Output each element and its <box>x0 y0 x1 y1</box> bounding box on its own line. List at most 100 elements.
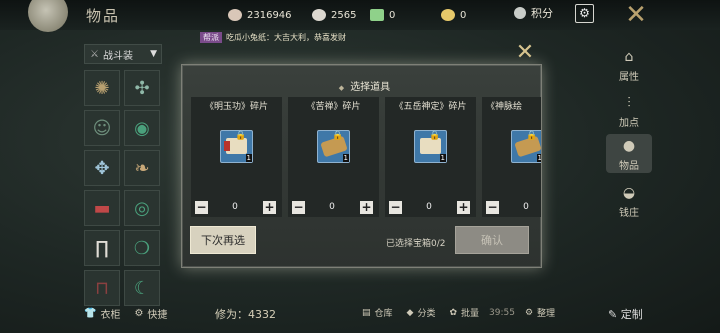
sliders-icon: ⫶ <box>627 95 631 111</box>
attributes-icon: ⌂ <box>624 49 634 65</box>
warehouse-icon: ▤ <box>362 307 371 318</box>
page-title: 物品 <box>86 7 121 25</box>
quantity-value[interactable]: 0 <box>502 201 541 214</box>
equip-slot-legs[interactable]: ∏ <box>84 230 120 266</box>
gold-ingot-icon <box>441 9 455 21</box>
dart-icon: ✣ <box>134 77 150 99</box>
batch-button[interactable]: 批量 <box>461 306 479 319</box>
custom-button[interactable]: ✎ 定制 <box>608 306 643 322</box>
decrease-button[interactable]: − <box>389 201 402 214</box>
nav-bank[interactable]: ◒ 钱庄 <box>606 184 652 219</box>
equip-slot-bracelet[interactable]: ❍ <box>124 230 160 266</box>
bag-icon: ● <box>622 138 636 154</box>
sword-icon: ⚔ <box>90 48 99 60</box>
batch-icon: ✿ <box>449 307 458 318</box>
lock-icon: 🔒 <box>332 131 344 141</box>
classify-button[interactable]: 分类 <box>417 306 435 319</box>
item-icon[interactable]: 🔒 1 <box>220 130 253 163</box>
decrease-button[interactable]: − <box>292 201 305 214</box>
currency-gold: 0 <box>441 6 466 24</box>
decrease-button[interactable]: − <box>195 201 208 214</box>
select-item-dialog: ◆ 选择道具 《明玉功》碎片 🔒 1 − 0 + 《苦禅》碎片 🔒 1 − 0 +… <box>181 64 542 268</box>
chat-line: 帮派 吃瓜小兔纸：大吉大利，恭喜发财 <box>200 32 346 43</box>
item-name: 《明玉功》碎片 <box>204 102 268 112</box>
item-icon[interactable]: 🔒 1 <box>511 130 541 163</box>
item-icon[interactable]: 🔒 1 <box>414 130 447 163</box>
nav-items[interactable]: ● 物品 <box>606 134 652 173</box>
settings-icon[interactable]: ⚙ <box>575 4 594 23</box>
time-readout: 39:55 <box>489 307 515 318</box>
chat-channel-tag: 帮派 <box>200 32 222 43</box>
nav-bank-label: 钱庄 <box>619 208 639 219</box>
arrange-button[interactable]: 整理 <box>537 306 555 319</box>
jade-icon: ◉ <box>134 117 150 139</box>
increase-button[interactable]: + <box>360 201 373 214</box>
ticket-icon <box>370 9 384 21</box>
wardrobe-button[interactable]: 衣柜 <box>100 306 120 321</box>
nav-attributes[interactable]: ⌂ 属性 <box>606 48 652 83</box>
points-button[interactable]: 积分 <box>514 5 553 21</box>
item-card: 《五岳神定》碎片 🔒 1 − 0 + <box>385 97 476 217</box>
equip-slot-head[interactable]: ☺ <box>84 110 120 146</box>
item-icon[interactable]: 🔒 1 <box>317 130 350 163</box>
decrease-button[interactable]: − <box>486 201 499 214</box>
item-name: 《神脉绘 <box>486 102 523 112</box>
nav-attributes-label: 属性 <box>619 72 639 83</box>
warehouse-button[interactable]: 仓库 <box>375 306 393 319</box>
diamond-icon: ◆ <box>406 307 414 318</box>
equip-slot-ring[interactable]: ◎ <box>124 190 160 226</box>
chevron-down-icon: ▼ <box>150 49 157 59</box>
avatar-icon: ☺ <box>92 117 112 139</box>
selected-chest-count: 已选择宝箱0/2 <box>386 239 446 249</box>
equip-slot-pendant[interactable]: ☾ <box>124 270 160 306</box>
item-card: 《神脉绘 🔒 1 − 0 <box>482 97 541 217</box>
currency-gold-value: 0 <box>460 9 467 21</box>
increase-button[interactable]: + <box>457 201 470 214</box>
item-name: 《五岳神定》碎片 <box>394 102 467 112</box>
equip-slot-shoes[interactable]: ⊓ <box>84 270 120 306</box>
equip-slot-body[interactable]: ✥ <box>84 150 120 186</box>
diamond-icon: ◆ <box>338 84 345 92</box>
item-name: 《苦禅》碎片 <box>306 102 361 112</box>
equip-slot-accessory[interactable]: ◉ <box>124 110 160 146</box>
dialog-title-text: 选择道具 <box>350 82 391 93</box>
equip-set-dropdown[interactable]: ⚔ 战斗装 ▼ <box>84 44 162 64</box>
lock-icon: 🔒 <box>235 131 247 141</box>
wrench-icon: ✎ <box>608 308 618 321</box>
increase-button[interactable]: + <box>263 201 276 214</box>
ingot-icon <box>312 9 326 21</box>
currency-ticket-value: 0 <box>389 9 396 21</box>
equip-slot-hidden-weapon[interactable]: ✣ <box>124 70 160 106</box>
gear-icon: ⚙ <box>134 308 144 319</box>
item-count: 1 <box>245 154 252 162</box>
points-label: 积分 <box>531 7 553 20</box>
shortcut-button[interactable]: 快捷 <box>147 306 167 321</box>
lock-icon: 🔒 <box>526 131 538 141</box>
quantity-value[interactable]: 0 <box>308 201 356 214</box>
choose-later-button[interactable]: 下次再选 <box>190 226 256 254</box>
equip-slot-belt[interactable]: ▬ <box>84 190 120 226</box>
equip-slot-hand[interactable]: ❧ <box>124 150 160 186</box>
confirm-button[interactable]: 确认 <box>455 226 529 254</box>
lock-icon: 🔒 <box>429 131 441 141</box>
custom-label: 定制 <box>620 308 643 321</box>
quantity-value[interactable]: 0 <box>405 201 453 214</box>
boots-icon: ⊓ <box>94 277 110 299</box>
nav-items-label: 物品 <box>619 161 639 172</box>
points-icon <box>514 7 526 19</box>
item-card: 《苦禅》碎片 🔒 1 − 0 + <box>288 97 379 217</box>
chat-message: 吃瓜小兔纸：大吉大利，恭喜发财 <box>226 33 346 42</box>
currency-silver: 2316946 <box>228 6 292 24</box>
bracelet-icon: ❍ <box>133 237 151 259</box>
blade-icon: ❧ <box>134 157 150 179</box>
currency-ingot: 2565 <box>312 6 356 24</box>
quantity-value[interactable]: 0 <box>211 201 259 214</box>
arrange-icon: ⚙ <box>524 307 534 318</box>
robe-icon: ✥ <box>94 157 110 179</box>
close-icon[interactable]: ✕ <box>513 42 537 64</box>
item-count: 1 <box>536 154 541 162</box>
item-card: 《明玉功》碎片 🔒 1 − 0 + <box>191 97 282 217</box>
item-count: 1 <box>342 154 349 162</box>
nav-points[interactable]: ⫶ 加点 <box>606 94 652 129</box>
equip-slot-weapon[interactable]: ✺ <box>84 70 120 106</box>
